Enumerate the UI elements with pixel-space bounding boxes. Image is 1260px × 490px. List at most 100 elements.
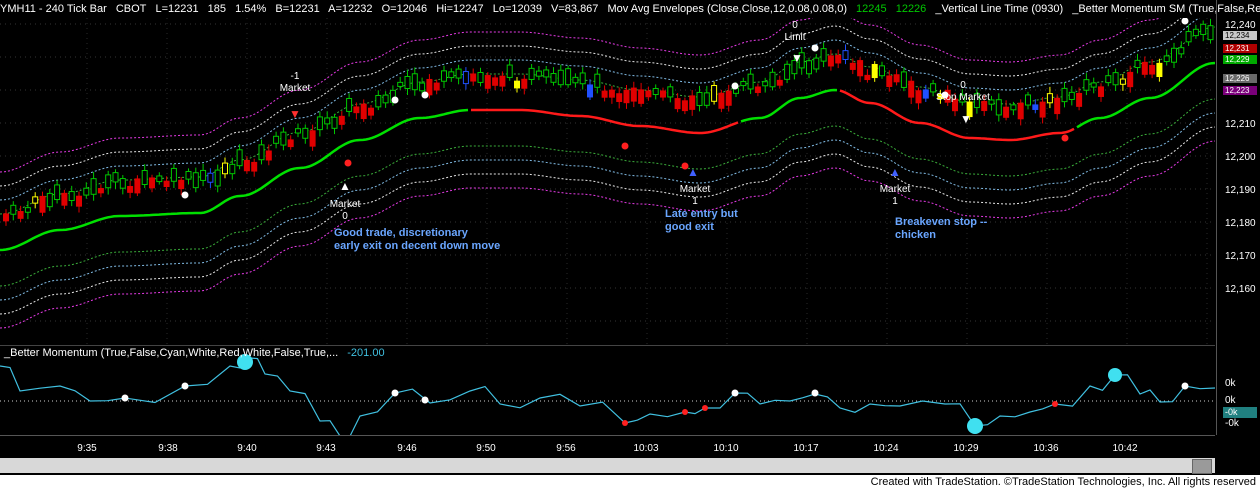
candle-body bbox=[163, 180, 170, 188]
candle-body bbox=[660, 90, 666, 98]
candle-body bbox=[857, 60, 864, 77]
candle-body bbox=[229, 163, 236, 175]
time-tick: 10:03 bbox=[633, 443, 659, 454]
scrollbar-thumb[interactable] bbox=[1192, 459, 1212, 474]
candle-body bbox=[207, 172, 214, 183]
horizontal-scrollbar[interactable] bbox=[0, 458, 1215, 474]
study-envelopes[interactable]: Mov Avg Envelopes (Close,Close,12,0.08,0… bbox=[607, 3, 847, 15]
candle-body bbox=[324, 117, 331, 125]
candle-body bbox=[579, 72, 586, 85]
candle-body bbox=[1025, 94, 1031, 106]
footer: Created with TradeStation. ©TradeStation… bbox=[0, 475, 1260, 490]
candle-body bbox=[1090, 82, 1097, 88]
candle-body bbox=[470, 73, 477, 82]
trade-marker-label: 0 Stop Market bbox=[936, 80, 990, 104]
candle-body bbox=[1046, 93, 1053, 104]
price-tag-last: 12,231 bbox=[1223, 44, 1257, 53]
candle-body bbox=[908, 80, 915, 98]
candle-body bbox=[703, 92, 710, 106]
candle-body bbox=[835, 54, 842, 64]
price-tick: 12,240 bbox=[1225, 20, 1256, 31]
signal-dot bbox=[181, 191, 189, 199]
high-price: Hi=12247 bbox=[436, 3, 484, 15]
volume: V=83,867 bbox=[551, 3, 599, 15]
signal-dot bbox=[1061, 134, 1069, 142]
candle-body bbox=[776, 79, 783, 86]
candle-body bbox=[740, 81, 747, 87]
momentum-dot bbox=[1108, 368, 1122, 382]
candle-body bbox=[630, 87, 637, 102]
candle-body bbox=[17, 211, 24, 219]
last-price: L=12231 bbox=[155, 3, 199, 15]
candle-body bbox=[762, 81, 769, 87]
candle-body bbox=[455, 68, 462, 79]
candle-body bbox=[1068, 91, 1075, 100]
momentum-axis[interactable]: 0k 0k -0k -0k bbox=[1216, 345, 1260, 435]
candle-body bbox=[316, 116, 323, 131]
candle-body bbox=[572, 76, 579, 84]
signal-dot bbox=[811, 44, 819, 52]
candle-body bbox=[1149, 64, 1156, 75]
candle-body bbox=[922, 89, 929, 99]
trade-marker-label: Market 1 bbox=[680, 184, 711, 208]
candle-body bbox=[681, 100, 688, 112]
trade-marker-label: 0 Limit bbox=[784, 20, 805, 44]
candle-body bbox=[696, 91, 703, 106]
candle-body bbox=[1003, 106, 1010, 118]
candle-body bbox=[68, 191, 75, 202]
candle-body bbox=[1192, 28, 1199, 37]
time-tick: 9:35 bbox=[77, 443, 97, 454]
trade-marker-position: -1 bbox=[290, 71, 300, 82]
candle-body bbox=[397, 81, 404, 87]
copyright-text: Created with TradeStation. ©TradeStation… bbox=[870, 476, 1256, 488]
candle-body bbox=[1061, 87, 1068, 103]
candle-body bbox=[192, 172, 199, 189]
candle-body bbox=[514, 80, 520, 89]
time-tick: 9:43 bbox=[316, 443, 336, 454]
candle-body bbox=[141, 170, 148, 185]
candle-body bbox=[550, 73, 557, 83]
candle-body bbox=[419, 82, 426, 92]
momentum-tick: 0k bbox=[1225, 378, 1236, 389]
time-tick: 9:56 bbox=[556, 443, 576, 454]
momentum-dot bbox=[731, 389, 739, 397]
candle-body bbox=[302, 127, 309, 139]
momentum-dot bbox=[181, 382, 189, 390]
candle-body bbox=[112, 172, 119, 183]
study-vertical-line[interactable]: _Vertical Line Time (0930) bbox=[935, 3, 1063, 15]
momentum-study-label[interactable]: _Better Momentum (True,False,Cyan,White,… bbox=[4, 347, 338, 359]
trade-marker-type: Stop Market bbox=[936, 92, 990, 103]
candle-body bbox=[594, 73, 601, 88]
candle-body bbox=[879, 65, 885, 77]
candle-body bbox=[200, 169, 207, 181]
annotation-line: good exit bbox=[665, 221, 714, 233]
candle-body bbox=[915, 90, 922, 104]
time-axis[interactable]: 9:35 9:38 9:40 9:43 9:46 9:50 9:56 10:03… bbox=[0, 435, 1215, 458]
momentum-tag: -0k bbox=[1223, 407, 1257, 418]
candle-body bbox=[105, 174, 112, 189]
momentum-dot bbox=[622, 420, 628, 426]
candle-body bbox=[1105, 75, 1112, 84]
candle-body bbox=[543, 69, 550, 78]
candle-body bbox=[645, 90, 652, 98]
candle-body bbox=[156, 175, 163, 183]
candle-body bbox=[338, 115, 345, 125]
time-tick: 9:50 bbox=[476, 443, 496, 454]
candle-body bbox=[849, 62, 856, 70]
price-tag-lower-envelope: 12,223 bbox=[1223, 86, 1257, 95]
study-envelopes-value1: 12245 bbox=[856, 3, 887, 15]
time-tick: 10:36 bbox=[1033, 443, 1059, 454]
candle-body bbox=[601, 90, 608, 98]
envelope-line bbox=[0, 18, 1182, 187]
price-axis[interactable]: 12,240 12,210 12,200 12,190 12,180 12,17… bbox=[1216, 0, 1260, 345]
price-chart-pane[interactable] bbox=[0, 18, 1215, 345]
candle-body bbox=[441, 70, 447, 82]
momentum-dot bbox=[121, 394, 129, 402]
candle-body bbox=[32, 196, 39, 204]
candle-body bbox=[667, 86, 674, 98]
symbol-label[interactable]: YMH11 - 240 Tick Bar bbox=[0, 3, 107, 15]
momentum-dots bbox=[121, 354, 1189, 434]
candle-body bbox=[1010, 104, 1017, 111]
momentum-tick: 0k bbox=[1225, 395, 1236, 406]
candle-body bbox=[893, 74, 900, 83]
